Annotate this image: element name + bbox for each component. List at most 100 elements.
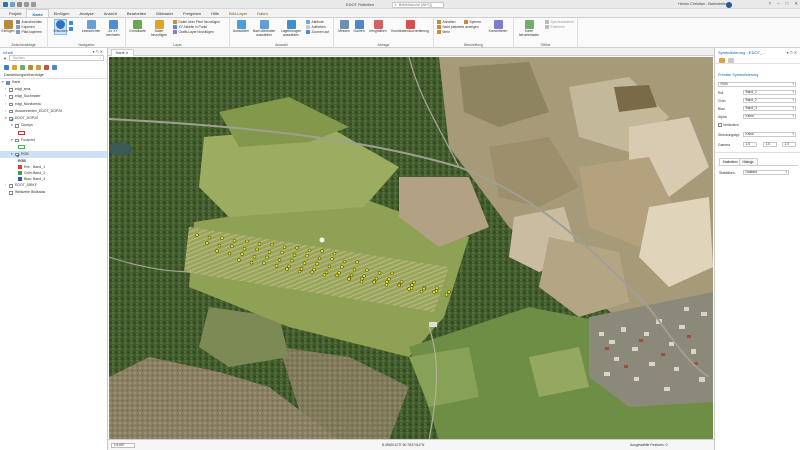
survey-point[interactable] (390, 271, 394, 276)
signed-in-user[interactable]: Heimo Christian - Bahnsteiler (678, 2, 727, 6)
chevron-down-icon[interactable]: ▾ (11, 137, 13, 144)
layer-visibility-checkbox[interactable] (15, 152, 19, 157)
survey-point[interactable] (315, 262, 319, 266)
survey-point[interactable] (332, 251, 337, 256)
survey-point[interactable] (327, 264, 332, 269)
layer-visibility-checkbox[interactable] (15, 124, 19, 128)
command-search-input[interactable]: ⌕ Befehlssuche (Alt+Q) (392, 1, 444, 8)
survey-point[interactable] (220, 236, 224, 240)
infographics-button[interactable]: Infografiken (367, 20, 389, 34)
survey-point[interactable] (365, 268, 369, 272)
survey-point[interactable] (337, 271, 341, 275)
survey-point[interactable] (252, 255, 257, 259)
survey-point[interactable] (307, 248, 312, 253)
statistics-select[interactable]: Dataset ▾ (743, 170, 789, 175)
goto-xy-button[interactable]: Zu XY wechseln (105, 20, 121, 37)
survey-point[interactable] (267, 250, 272, 254)
close-icon[interactable]: ✕ (126, 51, 129, 55)
tab-ansicht[interactable]: Ansicht (99, 9, 122, 17)
survey-point[interactable] (277, 258, 282, 262)
survey-point[interactable] (372, 280, 376, 284)
tab-einfuegen[interactable]: Einfügen (49, 9, 75, 17)
clumps-swatch[interactable] (18, 130, 25, 135)
chevron-right-icon[interactable]: › (5, 108, 6, 115)
zoom-full-button[interactable] (69, 21, 73, 25)
lock-labels-button[interactable]: Sperren (464, 20, 481, 24)
survey-point[interactable] (349, 273, 354, 278)
survey-point[interactable] (232, 239, 237, 243)
renderer-select[interactable]: RGB ▾ (718, 82, 796, 87)
zoom-to-selection-button[interactable]: Zoomen auf (306, 30, 329, 34)
survey-point[interactable] (305, 254, 309, 258)
layer-visibility-checkbox[interactable] (9, 116, 13, 121)
close-icon[interactable]: ✕ (794, 50, 798, 55)
survey-point[interactable] (412, 280, 416, 285)
survey-point[interactable] (330, 257, 334, 261)
attributes-button[interactable]: Attribute (306, 20, 324, 24)
survey-point[interactable] (295, 246, 299, 250)
redo-icon[interactable] (31, 2, 36, 7)
footprint-symbol[interactable] (0, 144, 107, 151)
layer-edot-dop20[interactable]: ▾ EDOT_DOP20 (0, 115, 107, 122)
survey-point[interactable] (410, 283, 414, 287)
survey-point[interactable] (397, 283, 401, 288)
map-node[interactable]: ▾ Karte (0, 79, 107, 86)
labeling-more-button[interactable]: Mehr (437, 30, 450, 34)
sync-button[interactable]: Synchronisieren (545, 20, 574, 24)
chevron-right-icon[interactable]: › (5, 101, 6, 108)
selected-features-count[interactable]: Ausgewählte Features: 0 (630, 443, 668, 447)
tab-daten[interactable]: Daten (252, 9, 273, 17)
survey-point[interactable] (444, 293, 449, 297)
survey-point[interactable] (342, 259, 347, 264)
save-icon[interactable] (17, 2, 22, 7)
survey-point[interactable] (374, 276, 379, 281)
survey-point[interactable] (317, 256, 322, 261)
pause-labeling-button[interactable]: Anhalten (437, 20, 456, 24)
survey-point[interactable] (359, 279, 364, 284)
survey-point[interactable] (227, 251, 232, 256)
survey-point[interactable] (245, 239, 249, 244)
chevron-down-icon[interactable]: ▾ (11, 122, 13, 129)
measure-button[interactable]: Messen (337, 20, 351, 34)
tab-bild-layer[interactable]: Bild-Layer (224, 9, 252, 17)
survey-point[interactable] (355, 260, 359, 264)
survey-point[interactable] (297, 269, 302, 274)
list-by-perspective-icon[interactable] (52, 65, 57, 70)
zoom-prev-button[interactable] (69, 27, 73, 31)
survey-point[interactable] (352, 267, 357, 272)
layer-visibility-checkbox[interactable] (9, 95, 13, 99)
green-band-select[interactable]: Band_2 ▾ (743, 98, 796, 103)
layer-footprint[interactable]: ▾ Footprint (0, 137, 107, 144)
layer-visibility-checkbox[interactable] (15, 138, 19, 143)
chevron-down-icon[interactable]: ▾ (5, 115, 7, 122)
survey-point[interactable] (280, 250, 284, 255)
close-window-button[interactable]: ✕ (794, 1, 798, 7)
survey-point[interactable] (385, 280, 389, 284)
survey-point[interactable] (302, 261, 307, 265)
survey-point[interactable] (287, 264, 291, 269)
undo-icon[interactable] (24, 2, 29, 7)
survey-point[interactable] (217, 243, 222, 248)
alpha-band-select[interactable]: Keine ▾ (743, 114, 796, 119)
survey-point[interactable] (240, 252, 244, 256)
xy-table-button[interactable]: XY-Tabelle in Punkt (173, 25, 207, 29)
survey-point[interactable] (215, 249, 219, 253)
chevron-down-icon[interactable]: ▾ (11, 151, 13, 158)
stretch-type-select[interactable]: Keine ▾ (743, 132, 796, 137)
map-tab[interactable]: Karte ✕ (111, 49, 134, 56)
tab-hilfe[interactable]: Hilfe (206, 9, 224, 17)
scale-selector[interactable]: 1:6.697 (111, 442, 135, 448)
avatar[interactable] (726, 1, 732, 8)
list-by-source-icon[interactable] (12, 65, 17, 70)
survey-point[interactable] (265, 255, 269, 260)
gamma-blue-input[interactable]: 1.0 (782, 142, 796, 147)
survey-point[interactable] (237, 258, 241, 262)
contents-search-input[interactable]: Suchen ⌕ (9, 55, 104, 61)
survey-point[interactable] (347, 277, 351, 281)
survey-point[interactable] (262, 261, 266, 265)
gamma-red-input[interactable]: 1.0 (743, 142, 757, 147)
chevron-right-icon[interactable]: › (5, 93, 6, 100)
tab-freigeben[interactable]: Freigeben (178, 9, 206, 17)
select-by-location-button[interactable]: Lagebezogen auswählen (279, 20, 303, 37)
survey-point[interactable] (270, 242, 274, 247)
